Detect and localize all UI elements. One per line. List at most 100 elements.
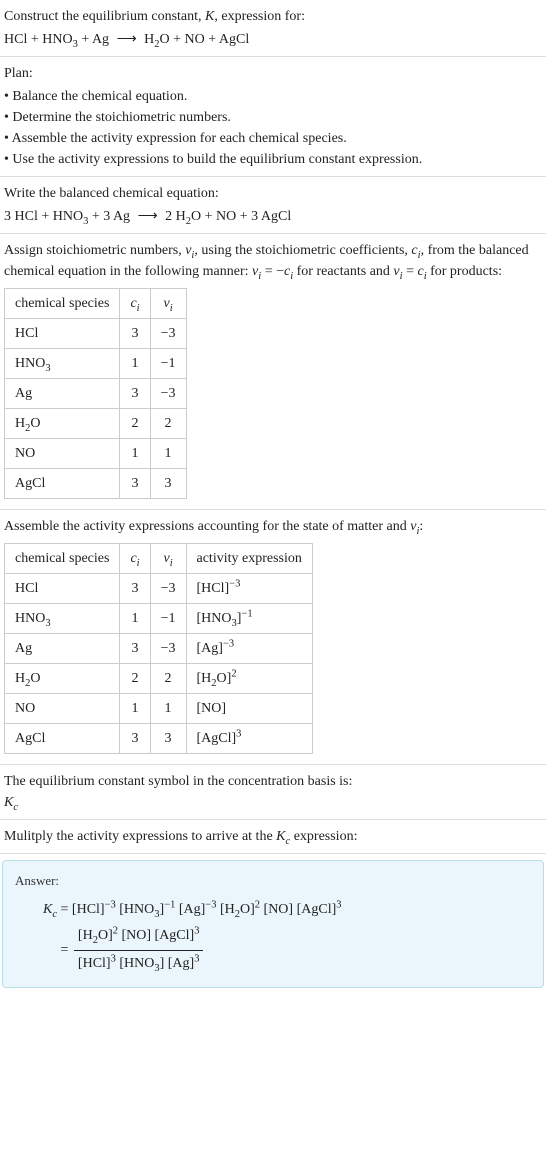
balanced-heading: Write the balanced chemical equation: <box>4 183 542 204</box>
intro-text-suffix: , expression for: <box>214 9 305 24</box>
table-row: AgCl33[AgCl]3 <box>5 724 313 754</box>
cell-activity: [NO] <box>186 694 312 724</box>
cell-c: 3 <box>120 574 150 604</box>
basis-heading: The equilibrium constant symbol in the c… <box>4 771 542 792</box>
table-row: AgCl33 <box>5 469 187 499</box>
table-row: Ag3−3[Ag]−3 <box>5 634 313 664</box>
stoich-text: Assign stoichiometric numbers, νi, using… <box>4 240 542 282</box>
cell-nu: 2 <box>150 664 186 694</box>
eq-lhs: 3 HCl + HNO3 + 3 Ag <box>4 209 130 224</box>
cell-species: HCl <box>5 319 120 349</box>
table-row: H2O22[H2O]2 <box>5 664 313 694</box>
col-ci: ci <box>120 544 150 574</box>
plan-item: • Assemble the activity expression for e… <box>4 128 542 149</box>
cell-nu: 1 <box>150 439 186 469</box>
plan-section: Plan: • Balance the chemical equation. •… <box>0 57 546 177</box>
eq-rhs: 2 H2O + NO + 3 AgCl <box>165 209 291 224</box>
table-row: H2O22 <box>5 409 187 439</box>
activity-section: Assemble the activity expressions accoun… <box>0 510 546 765</box>
k-symbol: K <box>205 9 214 24</box>
cell-species: Ag <box>5 379 120 409</box>
eq-lhs: HCl + HNO3 + Ag <box>4 32 109 47</box>
cell-nu: −3 <box>150 574 186 604</box>
cell-activity: [HNO3]−1 <box>186 604 312 634</box>
basis-section: The equilibrium constant symbol in the c… <box>0 765 546 820</box>
table-header-row: chemical species ci νi <box>5 289 187 319</box>
col-nui: νi <box>150 544 186 574</box>
cell-c: 3 <box>120 379 150 409</box>
cell-species: AgCl <box>5 724 120 754</box>
cell-species: NO <box>5 694 120 724</box>
cell-species: Ag <box>5 634 120 664</box>
answer-math: Kc = [HCl]−3 [HNO3]−1 [Ag]−3 [H2O]2 [NO]… <box>15 897 531 978</box>
table-row: NO11 <box>5 439 187 469</box>
plan-item: • Use the activity expressions to build … <box>4 149 542 170</box>
answer-label: Answer: <box>15 871 531 891</box>
cell-species: H2O <box>5 409 120 439</box>
stoich-section: Assign stoichiometric numbers, νi, using… <box>0 234 546 510</box>
table-row: HCl3−3 <box>5 319 187 349</box>
answer-box: Answer: Kc = [HCl]−3 [HNO3]−1 [Ag]−3 [H2… <box>2 860 544 988</box>
answer-line1: Kc = [HCl]−3 [HNO3]−1 [Ag]−3 [H2O]2 [NO]… <box>43 897 531 924</box>
table-header-row: chemical species ci νi activity expressi… <box>5 544 313 574</box>
table-row: HCl3−3[HCl]−3 <box>5 574 313 604</box>
activity-table: chemical species ci νi activity expressi… <box>4 543 313 754</box>
cell-activity: [AgCl]3 <box>186 724 312 754</box>
col-species: chemical species <box>5 544 120 574</box>
table-row: HNO31−1 <box>5 349 187 379</box>
table-row: HNO31−1[HNO3]−1 <box>5 604 313 634</box>
cell-nu: −3 <box>150 634 186 664</box>
basis-symbol: Kc <box>4 792 542 813</box>
cell-c: 1 <box>120 349 150 379</box>
arrow-icon: ⟶ <box>138 209 158 224</box>
balanced-section: Write the balanced chemical equation: 3 … <box>0 177 546 234</box>
stoich-table: chemical species ci νi HCl3−3 HNO31−1 Ag… <box>4 288 187 499</box>
cell-c: 1 <box>120 439 150 469</box>
cell-species: NO <box>5 439 120 469</box>
col-nui: νi <box>150 289 186 319</box>
activity-heading: Assemble the activity expressions accoun… <box>4 516 542 537</box>
cell-c: 3 <box>120 319 150 349</box>
cell-nu: 3 <box>150 724 186 754</box>
unbalanced-equation: HCl + HNO3 + Ag ⟶ H2O + NO + AgCl <box>4 29 542 50</box>
answer-line2: Kc = [H2O]2 [NO] [AgCl]3 [HCl]3 [HNO3] [… <box>43 923 531 977</box>
intro-section: Construct the equilibrium constant, K, e… <box>0 0 546 57</box>
arrow-icon: ⟶ <box>117 32 137 47</box>
intro-text: Construct the equilibrium constant, <box>4 9 205 24</box>
cell-c: 1 <box>120 604 150 634</box>
fraction: [H2O]2 [NO] [AgCl]3 [HCl]3 [HNO3] [Ag]3 <box>74 923 204 977</box>
cell-species: AgCl <box>5 469 120 499</box>
numerator: [H2O]2 [NO] [AgCl]3 <box>74 923 204 951</box>
cell-nu: 1 <box>150 694 186 724</box>
plan-list: • Balance the chemical equation. • Deter… <box>4 86 542 170</box>
cell-species: HNO3 <box>5 349 120 379</box>
cell-nu: 3 <box>150 469 186 499</box>
cell-c: 3 <box>120 634 150 664</box>
cell-c: 2 <box>120 664 150 694</box>
cell-nu: −1 <box>150 604 186 634</box>
cell-activity: [H2O]2 <box>186 664 312 694</box>
cell-c: 3 <box>120 724 150 754</box>
col-activity: activity expression <box>186 544 312 574</box>
table-row: Ag3−3 <box>5 379 187 409</box>
cell-activity: [Ag]−3 <box>186 634 312 664</box>
cell-species: HCl <box>5 574 120 604</box>
cell-species: H2O <box>5 664 120 694</box>
cell-c: 1 <box>120 694 150 724</box>
cell-activity: [HCl]−3 <box>186 574 312 604</box>
cell-c: 3 <box>120 469 150 499</box>
cell-c: 2 <box>120 409 150 439</box>
plan-heading: Plan: <box>4 63 542 84</box>
multiply-section: Mulitply the activity expressions to arr… <box>0 820 546 854</box>
balanced-equation: 3 HCl + HNO3 + 3 Ag ⟶ 2 H2O + NO + 3 AgC… <box>4 206 542 227</box>
denominator: [HCl]3 [HNO3] [Ag]3 <box>74 951 204 978</box>
cell-nu: −1 <box>150 349 186 379</box>
cell-nu: 2 <box>150 409 186 439</box>
plan-item: • Determine the stoichiometric numbers. <box>4 107 542 128</box>
eq-rhs: H2O + NO + AgCl <box>144 32 249 47</box>
col-species: chemical species <box>5 289 120 319</box>
intro-heading: Construct the equilibrium constant, K, e… <box>4 6 542 27</box>
cell-nu: −3 <box>150 379 186 409</box>
table-row: NO11[NO] <box>5 694 313 724</box>
plan-item: • Balance the chemical equation. <box>4 86 542 107</box>
